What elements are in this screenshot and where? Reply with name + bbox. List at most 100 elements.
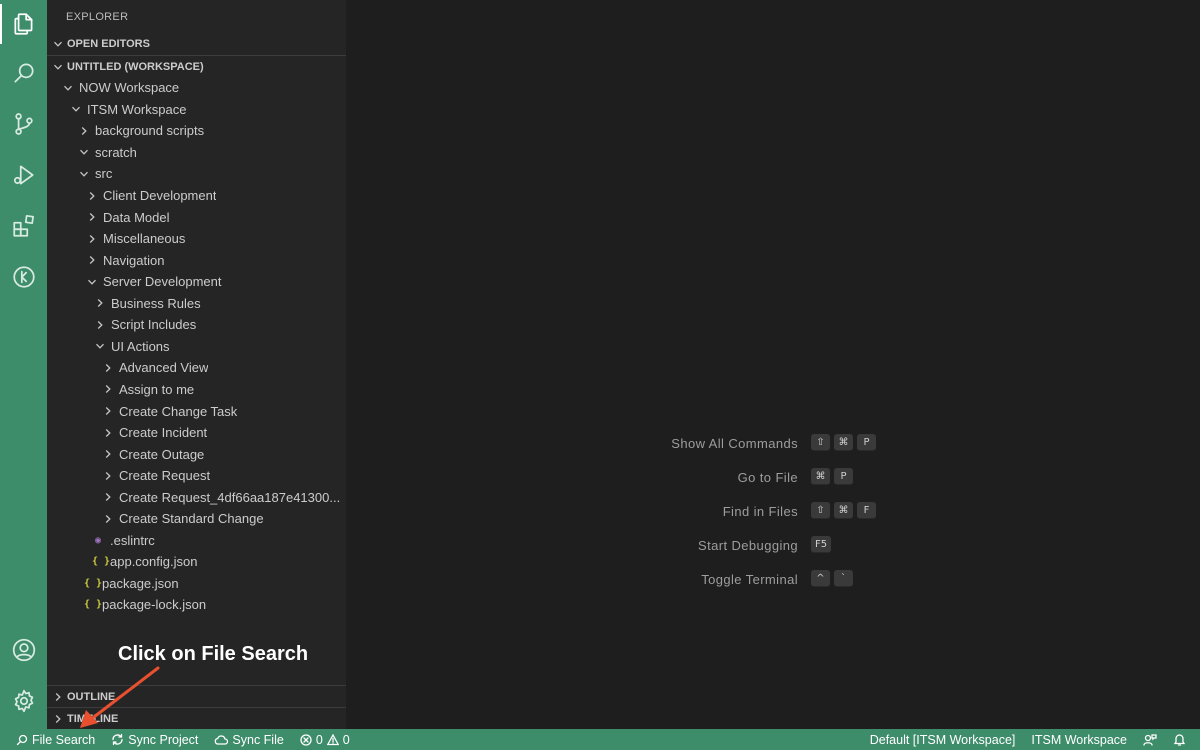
shortcut-go-to-file[interactable]: Go to File ⌘ P [346,468,1200,488]
tree-item-create-standard-change[interactable]: Create Standard Change [47,508,346,530]
source-control-icon[interactable] [0,100,47,148]
explorer-icon[interactable] [0,0,47,48]
chevron-right-icon [105,471,111,480]
sync-project-label: Sync Project [128,732,199,747]
keycap: P [834,468,853,485]
chevron-right-icon [55,714,61,723]
tree-item-scratch[interactable]: scratch [47,142,346,164]
tree-item-create-request[interactable]: Create Request [47,465,346,487]
chevron-down-icon [72,107,80,113]
chevron-down-icon [54,64,62,70]
chevron-down-icon [80,150,88,156]
shortcut-label: Show All Commands [671,436,798,451]
tree-item-advanced-view[interactable]: Advanced View [47,357,346,379]
tree-item-label: Data Model [103,209,170,225]
explorer-sidebar: EXPLORER OPEN EDITORS UNTITLED (WORKSPAC… [47,0,346,729]
chevron-down-icon [80,171,88,177]
chevron-right-icon [97,320,103,329]
run-debug-icon[interactable] [0,151,47,199]
servicenow-icon[interactable] [0,253,47,301]
tree-item-app-config-json[interactable]: { } app.config.json [47,551,346,573]
tree-item-ui-actions[interactable]: UI Actions [47,336,346,358]
settings-gear-icon[interactable] [0,677,47,725]
tree-item-label: Create Change Task [119,403,238,419]
chevron-right-icon [89,234,95,243]
arrow-shaft [88,666,160,722]
warning-count: 0 [342,732,350,747]
chevron-right-icon [89,213,95,222]
search-icon[interactable] [0,49,47,97]
tree-item-data-model[interactable]: Data Model [47,206,346,228]
extensions-icon[interactable] [0,202,47,250]
tree-item-client-development[interactable]: Client Development [47,185,346,207]
problems-indicator[interactable]: 0 0 [300,729,350,750]
tree-item-label: background scripts [95,123,205,139]
chevron-right-icon [105,428,111,437]
tree-item-label: Navigation [103,252,165,268]
shortcut-start-debugging[interactable]: Start Debugging F5 [346,536,1200,556]
tree-item-label: Assign to me [119,381,195,397]
tree-item-background-scripts[interactable]: background scripts [47,120,346,142]
tree-item-src[interactable]: src [47,163,346,185]
tree-item-miscellaneous[interactable]: Miscellaneous [47,228,346,250]
sync-file-label: Sync File [232,732,284,747]
keycap: ⌘ [811,468,830,485]
arrow-head [80,710,98,728]
tree-item-label: Advanced View [119,360,209,376]
tree-item-label: package-lock.json [102,597,207,613]
shortcut-label: Start Debugging [698,538,798,553]
feedback-icon [1143,733,1157,746]
workspace-selector[interactable]: ITSM Workspace [1031,729,1127,750]
tree-item-navigation[interactable]: Navigation [47,249,346,271]
keycap: ` [834,570,853,587]
chevron-right-icon [105,514,111,523]
tree-item-create-change-task[interactable]: Create Change Task [47,400,346,422]
tree-item-label: Create Outage [119,446,205,462]
notifications-button[interactable] [1173,729,1186,750]
sync-project-button[interactable]: Sync Project [111,729,198,750]
tree-item-create-request-4df66aa187e41300[interactable]: Create Request_4df66aa187e41300... [47,486,346,508]
error-icon [300,733,312,746]
tree-item-eslintrc[interactable]: ◉ .eslintrc [47,530,346,552]
tree-item-server-development[interactable]: Server Development [47,271,346,293]
annotation-arrow [80,666,160,728]
sync-file-button[interactable]: Sync File [214,729,284,750]
tree-item-assign-to-me[interactable]: Assign to me [47,379,346,401]
tree-item-package-json[interactable]: { } package.json [47,573,346,595]
chevron-down-icon [96,344,104,350]
accounts-icon[interactable] [0,626,47,674]
tree-item-business-rules[interactable]: Business Rules [47,293,346,315]
tree-item-label: src [95,166,113,182]
chevron-right-icon [105,493,111,502]
sync-icon [112,733,123,746]
shortcut-show-all-commands[interactable]: Show All Commands ⇧ ⌘ P [346,434,1200,454]
tree-item-label: ITSM Workspace [87,101,187,117]
keycap: ⌘ [834,502,853,519]
feedback-button[interactable] [1143,729,1157,750]
file-search-button[interactable]: File Search [16,729,95,750]
shortcut-find-in-files[interactable]: Find in Files ⇧ ⌘ F [346,502,1200,522]
tree-item-package-lock-json[interactable]: { } package-lock.json [47,594,346,616]
open-editors-section[interactable]: OPEN EDITORS [47,33,346,55]
keycap: P [857,434,876,451]
cloud-sync-icon [215,734,229,745]
keybinding: ⌘ P [811,468,853,485]
tree-item-now-workspace[interactable]: NOW Workspace [47,77,346,99]
activity-bar [0,0,47,729]
editor-area[interactable]: Show All Commands ⇧ ⌘ P Go to File ⌘ P Find in … [346,0,1200,729]
tree-item-label: Create Incident [119,425,208,441]
search-icon [16,734,28,745]
chevron-down-icon [54,41,62,47]
workspace-section[interactable]: UNTITLED (WORKSPACE) [47,55,346,77]
chevron-right-icon [81,126,87,135]
tree-item-create-outage[interactable]: Create Outage [47,443,346,465]
chevron-right-icon [105,385,111,394]
shortcut-toggle-terminal[interactable]: Toggle Terminal ^ ` [346,570,1200,590]
tree-item-create-incident[interactable]: Create Incident [47,422,346,444]
tree-item-label: UI Actions [111,338,170,354]
scope-selector[interactable]: Default [ITSM Workspace] [870,729,1016,750]
status-bar: File Search Sync Project Sync File 0 0 D… [0,729,1200,750]
tree-item-itsm-workspace[interactable]: ITSM Workspace [47,99,346,121]
tree-item-script-includes[interactable]: Script Includes [47,314,346,336]
chevron-down-icon [64,85,72,91]
